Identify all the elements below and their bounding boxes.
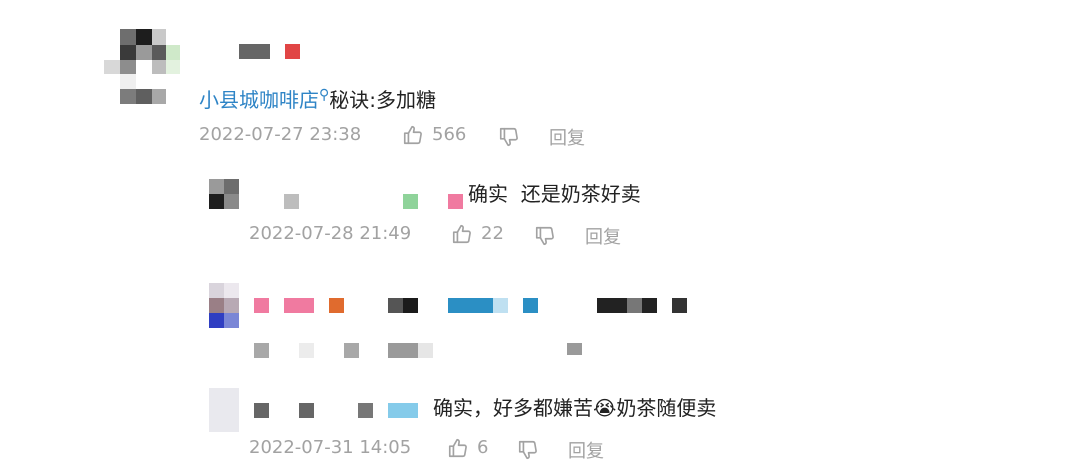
username-pixel — [285, 44, 300, 59]
thumbs-up-icon[interactable] — [447, 437, 469, 459]
avatar-pixel — [166, 60, 180, 74]
timestamp: 2022-07-28 21:49 — [249, 223, 412, 244]
avatar-pixel — [224, 298, 239, 313]
avatar-pixel — [209, 194, 224, 209]
reply-button[interactable]: 回复 — [549, 124, 585, 150]
avatar-pixel — [120, 45, 136, 60]
avatar-pixel — [224, 283, 239, 298]
text-pixel — [493, 298, 508, 313]
avatar-pixel — [136, 89, 152, 104]
avatar-pixel — [224, 313, 239, 328]
avatar-pixel — [120, 89, 136, 104]
meta-pixel — [344, 343, 359, 358]
text-pixel — [284, 298, 314, 313]
text-pixel — [523, 298, 538, 313]
meta-pixel — [299, 343, 314, 358]
username-pixel — [358, 403, 373, 418]
username-pixel — [403, 194, 418, 209]
meta-pixel — [388, 343, 418, 358]
avatar-pixel — [224, 179, 239, 194]
thumbs-down-icon[interactable] — [517, 439, 539, 461]
username-pixel — [254, 403, 269, 418]
comment-text: 确实 还是奶茶好卖 — [468, 182, 641, 206]
thumbs-up-icon[interactable] — [451, 223, 473, 245]
avatar-pixel — [152, 45, 166, 60]
username-pixel — [448, 194, 463, 209]
avatar-pixel — [209, 388, 239, 432]
avatar-pixel — [152, 89, 166, 104]
text-pixel — [627, 298, 642, 313]
text-pixel — [448, 298, 493, 313]
like-count: 22 — [481, 223, 504, 244]
timestamp: 2022-07-27 23:38 — [199, 124, 362, 145]
avatar-pixel — [120, 60, 136, 74]
text-pixel — [254, 298, 269, 313]
comment-body: 小县城咖啡店⚲秘诀:多加糖 — [199, 84, 436, 113]
avatar-pixel — [136, 29, 152, 45]
text-pixel — [388, 298, 403, 313]
avatar-pixel — [209, 179, 224, 194]
thumbs-down-icon[interactable] — [498, 126, 520, 148]
username-pixel — [299, 403, 314, 418]
username-pixel — [239, 44, 270, 59]
comment-text: 秘诀:多加糖 — [329, 88, 437, 112]
username-pixel — [388, 403, 418, 418]
text-pixel — [403, 298, 418, 313]
thumbs-up-icon[interactable] — [402, 124, 424, 146]
avatar-pixel — [152, 60, 166, 74]
meta-pixel — [254, 343, 269, 358]
mention-link[interactable]: 小县城咖啡店 — [199, 88, 319, 112]
avatar-pixel — [104, 60, 120, 74]
like-count: 6 — [477, 437, 489, 458]
reply-button[interactable]: 回复 — [568, 437, 604, 463]
avatar-pixel — [120, 29, 136, 45]
username-pixel — [284, 194, 299, 209]
timestamp: 2022-07-31 14:05 — [249, 437, 412, 458]
search-icon[interactable]: ⚲ — [319, 87, 329, 103]
avatar-pixel — [166, 45, 180, 61]
text-pixel — [642, 298, 657, 313]
avatar-pixel — [152, 29, 166, 45]
avatar-pixel — [209, 283, 224, 298]
thumbs-down-icon[interactable] — [534, 225, 556, 247]
text-pixel — [329, 298, 344, 313]
meta-pixel — [567, 343, 582, 355]
avatar-pixel — [209, 313, 224, 328]
reply-button[interactable]: 回复 — [585, 223, 621, 249]
comment-text: 确实，好多都嫌苦😭奶茶随便卖 — [433, 396, 717, 420]
avatar-pixel — [224, 194, 239, 209]
like-count: 566 — [432, 124, 467, 145]
text-pixel — [672, 298, 687, 313]
text-pixel — [597, 298, 627, 313]
avatar-pixel — [136, 60, 152, 74]
meta-pixel — [418, 343, 433, 358]
avatar-pixel — [209, 298, 224, 313]
avatar-pixel — [120, 74, 136, 89]
avatar-pixel — [136, 45, 152, 60]
